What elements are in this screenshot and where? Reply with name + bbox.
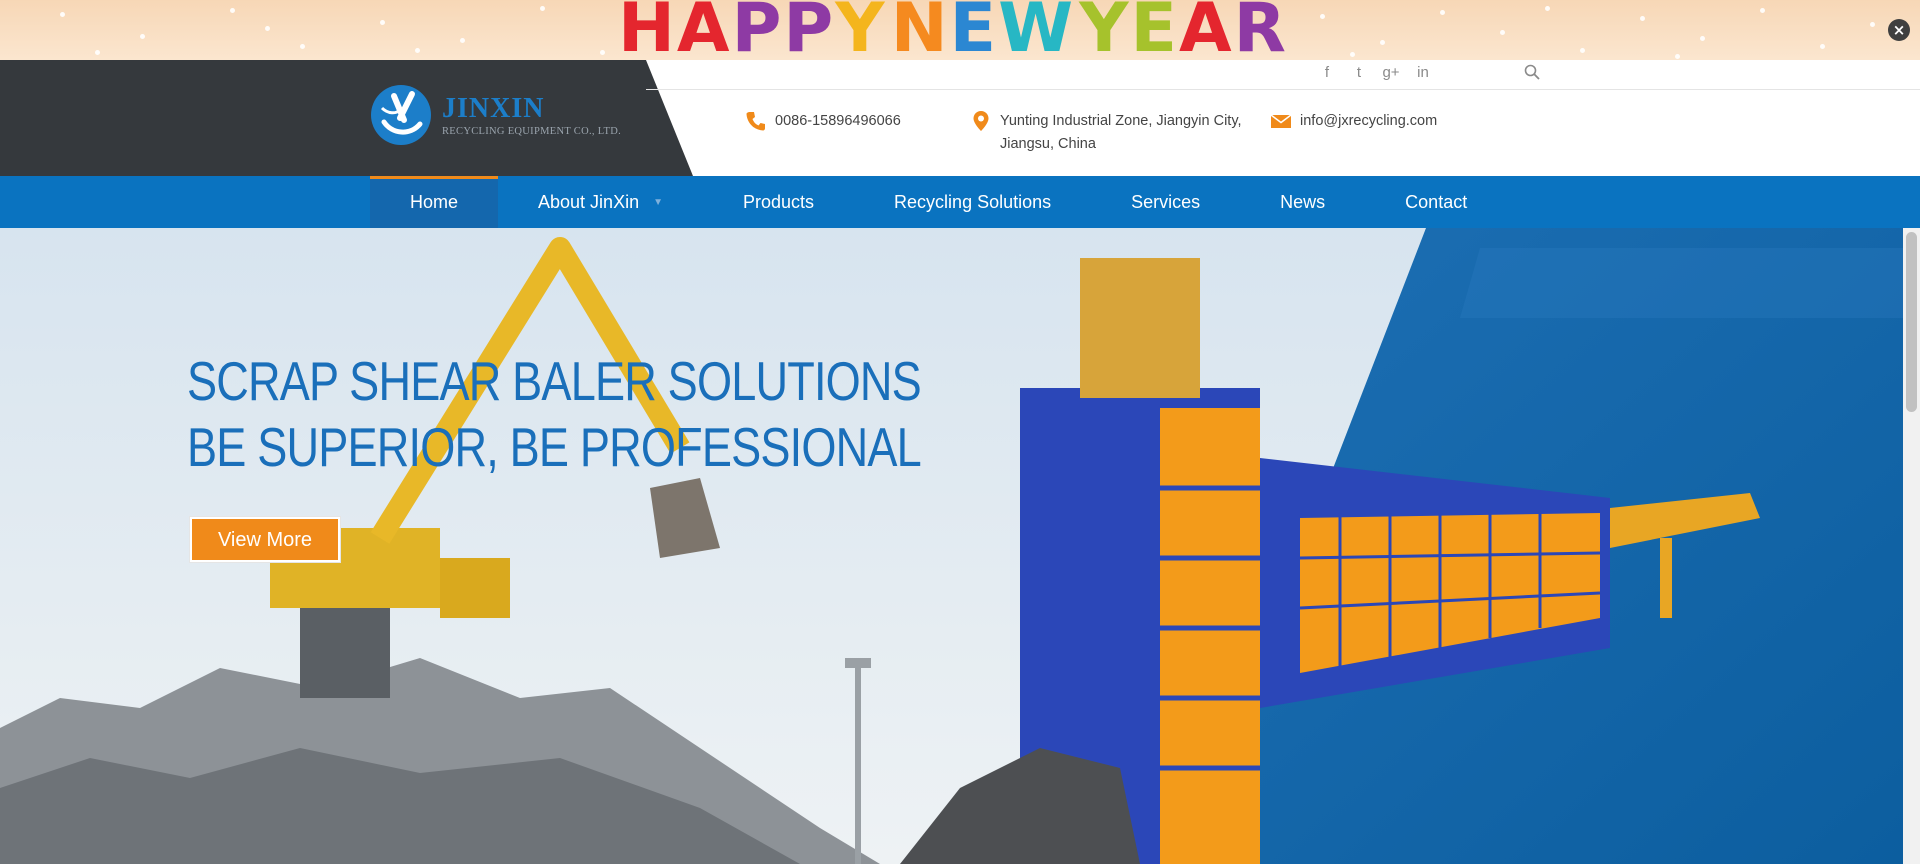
mail-icon xyxy=(1270,114,1292,128)
logo[interactable]: JINXIN RECYCLING EQUIPMENT CO., LTD. xyxy=(370,84,621,146)
snowflake xyxy=(600,50,605,55)
address-line-1: Yunting Industrial Zone, Jiangyin City, xyxy=(1000,113,1242,129)
nav-item-recycling-solutions[interactable]: Recycling Solutions xyxy=(854,176,1091,228)
hero-slider: SCRAP SHEAR BALER SOLUTIONS BE SUPERIOR,… xyxy=(0,228,1903,864)
snowflake xyxy=(1350,52,1355,57)
snowflake xyxy=(265,26,270,31)
header-divider xyxy=(646,89,1920,90)
address-line-2: Jiangsu, China xyxy=(1000,136,1096,152)
dropdown-caret-icon: ▼ xyxy=(653,197,663,209)
snowflake xyxy=(300,44,305,49)
snowflake xyxy=(1675,54,1680,59)
scrollbar-thumb[interactable] xyxy=(1906,232,1917,412)
snowflake xyxy=(1700,36,1705,41)
nav-item-about[interactable]: About JinXin ▼ xyxy=(498,176,703,228)
phone-number: 0086-15896496066 xyxy=(775,113,901,129)
snowflake xyxy=(60,12,65,17)
linkedin-icon[interactable]: in xyxy=(1414,64,1432,81)
logo-subtitle: RECYCLING EQUIPMENT CO., LTD. xyxy=(442,125,622,137)
snowflake xyxy=(540,6,545,11)
phone-icon xyxy=(746,112,765,131)
snowflake xyxy=(415,48,420,53)
logo-name: JINXIN xyxy=(442,92,545,124)
banner-letter: A xyxy=(1178,0,1234,60)
main-nav: Home About JinXin ▼ Products Recycling So… xyxy=(0,176,1920,228)
snowflake xyxy=(1440,10,1445,15)
twitter-icon[interactable]: t xyxy=(1350,64,1368,81)
search-icon[interactable] xyxy=(1524,64,1540,80)
nav-item-label: About JinXin xyxy=(538,192,640,212)
banner-letter: N xyxy=(890,0,950,60)
snowflake xyxy=(460,38,465,43)
hero-headline-line-2: BE SUPERIOR, BE PROFESSIONAL xyxy=(187,416,922,478)
nav-items: Home About JinXin ▼ Products Recycling So… xyxy=(370,176,1507,228)
view-more-button[interactable]: View More xyxy=(190,517,340,562)
close-icon[interactable]: × xyxy=(1888,19,1910,41)
site-header: JINXIN RECYCLING EQUIPMENT CO., LTD. f t… xyxy=(0,60,1920,176)
logo-text: JINXIN RECYCLING EQUIPMENT CO., LTD. xyxy=(442,92,622,137)
nav-item-services[interactable]: Services xyxy=(1091,176,1240,228)
snowflake xyxy=(1380,40,1385,45)
facebook-icon[interactable]: f xyxy=(1318,64,1336,81)
hero-headline-line-1: SCRAP SHEAR BALER SOLUTIONS xyxy=(187,350,922,412)
banner-letter: R xyxy=(1233,0,1288,60)
nav-item-products[interactable]: Products xyxy=(703,176,854,228)
snowflake xyxy=(1580,48,1585,53)
page-scrollbar[interactable] xyxy=(1903,228,1920,864)
snowflake xyxy=(1320,14,1325,19)
snowflake xyxy=(95,50,100,55)
banner-letter: P xyxy=(731,0,784,60)
contact-address: Yunting Industrial Zone, Jiangyin City, … xyxy=(970,110,1242,156)
banner-letter: E xyxy=(949,0,999,60)
banner-letter: A xyxy=(676,0,732,60)
snowflake xyxy=(1760,8,1765,13)
snowflake xyxy=(380,20,385,25)
contact-phone[interactable]: 0086-15896496066 xyxy=(745,110,901,133)
nav-item-contact[interactable]: Contact xyxy=(1365,176,1507,228)
snowflake xyxy=(1870,22,1875,27)
banner-letter: Y xyxy=(835,0,887,60)
banner-letter: P xyxy=(783,0,836,60)
hero-headline: SCRAP SHEAR BALER SOLUTIONS BE SUPERIOR,… xyxy=(187,348,922,480)
social-links: f t g+ in xyxy=(1318,64,1432,81)
banner-letter: Y xyxy=(1079,0,1131,60)
logo-mark-icon xyxy=(371,85,431,145)
address-text: Yunting Industrial Zone, Jiangyin City, … xyxy=(1000,110,1242,156)
contact-email[interactable]: info@jxrecycling.com xyxy=(1270,110,1437,133)
banner-letter: H xyxy=(618,0,677,60)
email-address: info@jxrecycling.com xyxy=(1300,113,1438,129)
nav-item-news[interactable]: News xyxy=(1240,176,1365,228)
snowflake xyxy=(1640,16,1645,21)
google-plus-icon[interactable]: g+ xyxy=(1382,64,1400,81)
new-year-banner: H A P P Y N E W Y E A R × xyxy=(0,0,1920,60)
banner-letter: W xyxy=(998,0,1076,60)
snowflake xyxy=(1500,30,1505,35)
snowflake xyxy=(230,8,235,13)
snowflake xyxy=(1545,6,1550,11)
banner-title: H A P P Y N E W Y E A R xyxy=(618,0,1288,60)
banner-letter: E xyxy=(1130,0,1179,60)
location-pin-icon xyxy=(973,111,989,131)
snowflake xyxy=(140,34,145,39)
nav-item-home[interactable]: Home xyxy=(370,176,499,228)
snowflake xyxy=(1820,44,1825,49)
